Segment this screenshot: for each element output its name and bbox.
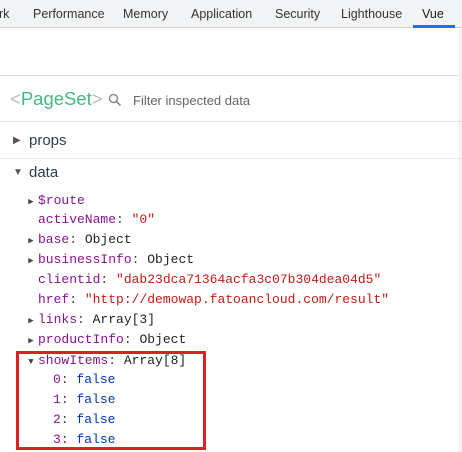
tree-row-base[interactable]: ▶ base: Object [24, 230, 132, 251]
filter-input[interactable] [133, 89, 433, 111]
tree-value: Array[8] [123, 353, 187, 368]
tab-memory[interactable]: Memory [123, 0, 168, 28]
tree-value: Object [147, 252, 195, 267]
tree-row-clientid: clientid: "dab23dca71364acfa3c07b304dea0… [38, 272, 382, 287]
caret-right-icon[interactable]: ▶ [24, 251, 38, 271]
tree-value: Object [139, 332, 187, 347]
devtools-tab-bar: rk Performance Memory Application Securi… [0, 0, 462, 28]
panel-divider [0, 75, 462, 76]
tree-row-showitems[interactable]: ▼ showItems: Array[8] [24, 351, 186, 371]
tree-row-showitems-3: 3: false [53, 432, 116, 447]
data-section-toggle[interactable]: ▼ data [13, 164, 58, 184]
tree-value[interactable]: false [76, 372, 115, 387]
tree-row-showitems-0: 0: false [53, 372, 116, 387]
caret-right-icon: ▶ [13, 135, 21, 146]
tree-key: 0 [53, 372, 61, 387]
tab-security[interactable]: Security [275, 0, 320, 28]
tree-key: 1 [53, 392, 61, 407]
caret-right-icon[interactable]: ▶ [24, 192, 38, 212]
props-section-label: props [29, 132, 67, 149]
caret-down-icon: ▼ [13, 167, 23, 178]
tree-key: productInfo [38, 332, 124, 347]
tree-key: showItems [38, 353, 109, 368]
tree-key: href [38, 292, 70, 307]
close-bracket: > [91, 88, 103, 109]
tree-row-showitems-1: 1: false [53, 392, 116, 407]
tab-application[interactable]: Application [191, 0, 252, 28]
tree-value[interactable]: "http://demowap.fatoancloud.com/result" [85, 292, 389, 307]
tree-key: activeName [38, 212, 117, 227]
tree-value[interactable]: false [76, 392, 115, 407]
tree-key: 2 [53, 412, 61, 427]
tree-key: 3 [53, 432, 61, 447]
tree-value[interactable]: false [76, 412, 115, 427]
props-section-toggle[interactable]: ▶ props [13, 132, 67, 152]
search-icon [108, 93, 122, 107]
tree-value: Object [84, 232, 132, 247]
open-bracket: < [10, 88, 21, 109]
active-tab-indicator [413, 25, 455, 28]
tree-key: clientid [38, 272, 101, 287]
caret-down-icon[interactable]: ▼ [24, 352, 38, 372]
tree-row-activename: activeName: "0" [38, 212, 156, 227]
tree-value[interactable]: "dab23dca71364acfa3c07b304dea04d5" [116, 272, 381, 287]
inspector-header: <PageSet> [0, 78, 462, 122]
tree-key: $route [38, 193, 85, 208]
tree-row-productinfo[interactable]: ▶ productInfo: Object [24, 330, 186, 350]
tab-network[interactable]: rk [0, 0, 9, 28]
tree-row-href: href: "http://demowap.fatoancloud.com/re… [38, 292, 390, 307]
tree-value[interactable]: false [76, 432, 115, 447]
component-name: <PageSet> [10, 88, 103, 110]
tree-key: businessInfo [38, 252, 132, 267]
caret-right-icon[interactable]: ▶ [24, 331, 38, 351]
tree-row-links[interactable]: ▶ links: Array[3] [24, 310, 155, 330]
tree-value: Array[3] [92, 312, 156, 327]
caret-right-icon[interactable]: ▶ [24, 231, 38, 251]
tree-key: links [38, 312, 78, 327]
toolbar-area [0, 29, 462, 75]
tree-key: base [38, 232, 70, 247]
data-section-label: data [29, 164, 59, 181]
tree-value[interactable]: "0" [132, 212, 155, 227]
tree-row-showitems-2: 2: false [53, 412, 116, 427]
tab-lighthouse[interactable]: Lighthouse [341, 0, 402, 28]
component-title: PageSet [20, 88, 92, 109]
tree-row-businessinfo[interactable]: ▶ businessInfo: Object [24, 250, 194, 270]
section-divider [0, 158, 462, 159]
tree-row-route[interactable]: ▶ $route [24, 191, 85, 211]
tab-vue[interactable]: Vue [422, 0, 444, 28]
caret-right-icon[interactable]: ▶ [24, 311, 38, 331]
tab-performance[interactable]: Performance [33, 0, 105, 28]
